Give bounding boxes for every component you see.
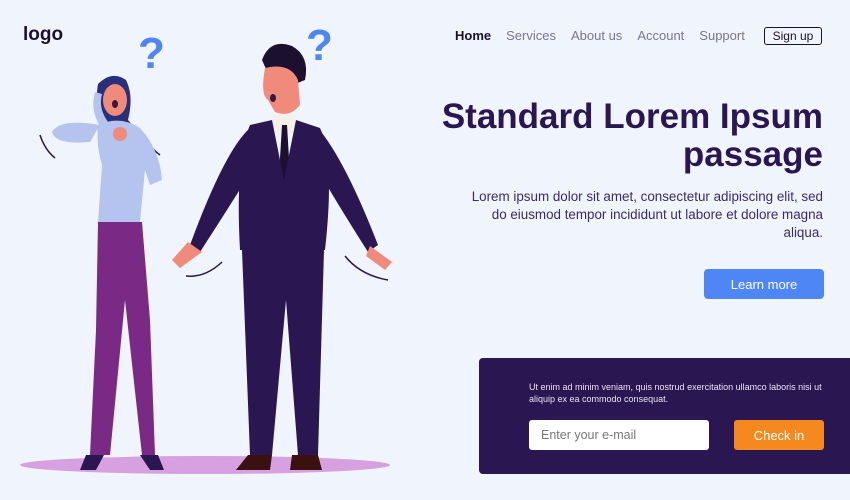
nav-support[interactable]: Support: [699, 28, 745, 43]
subscribe-panel: Ut enim ad minim veniam, quis nostrud ex…: [479, 358, 850, 474]
confused-people-illustration: ? ?: [20, 21, 392, 474]
question-mark-icon: ?: [138, 29, 165, 78]
nav-services[interactable]: Services: [506, 28, 556, 43]
subscribe-text: Ut enim ad minim veniam, quis nostrud ex…: [529, 382, 822, 404]
nav-account[interactable]: Account: [637, 28, 684, 43]
nav-about-us[interactable]: About us: [571, 28, 622, 43]
floor-shadow: [20, 456, 390, 474]
question-mark-icon: ?: [306, 21, 333, 70]
woman-figure: [39, 75, 164, 470]
email-input[interactable]: [529, 420, 709, 450]
sign-up-button[interactable]: Sign up: [764, 27, 822, 45]
check-in-button[interactable]: Check in: [734, 420, 824, 450]
main-nav: Home Services About us Account Support: [455, 28, 760, 43]
man-figure: [172, 43, 392, 470]
hero-description: Lorem ipsum dolor sit amet, consectetur …: [471, 189, 823, 240]
learn-more-button[interactable]: Learn more: [704, 269, 824, 299]
